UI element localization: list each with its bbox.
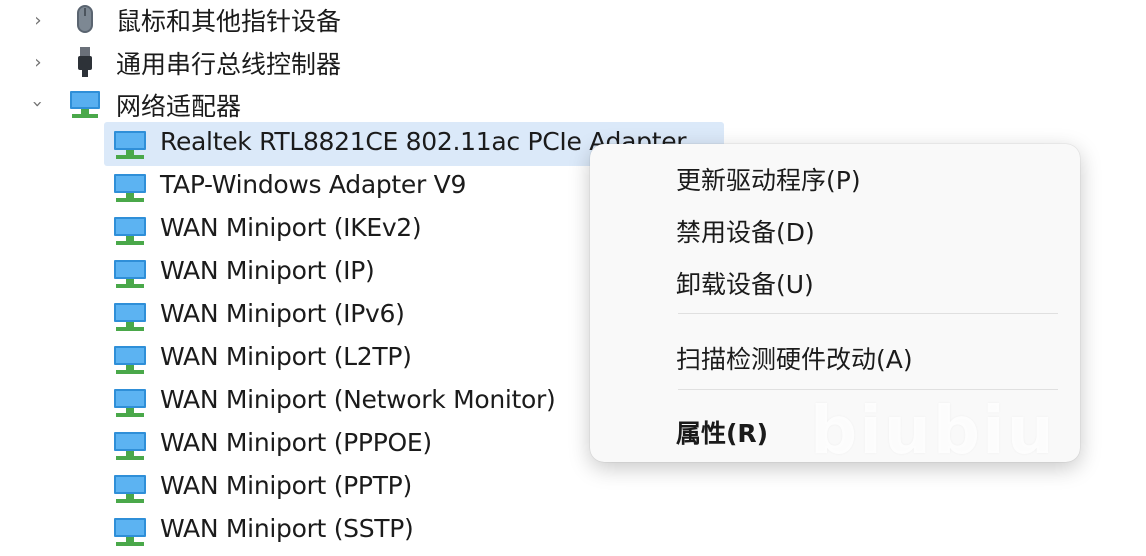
device-row[interactable]: Realtek RTL8821CE 802.11ac PCIe Adapter bbox=[0, 124, 687, 164]
device-label: WAN Miniport (Network Monitor) bbox=[160, 385, 556, 414]
network-adapter-icon bbox=[114, 432, 146, 460]
device-label: WAN Miniport (PPPOE) bbox=[160, 428, 432, 457]
menu-separator bbox=[678, 389, 1058, 390]
menu-item-update-driver[interactable]: 更新驱动程序(P) bbox=[676, 161, 861, 197]
category-label: 通用串行总线控制器 bbox=[116, 50, 342, 79]
device-label: WAN Miniport (IKEv2) bbox=[160, 213, 422, 242]
network-adapter-icon bbox=[114, 346, 146, 374]
device-row[interactable]: WAN Miniport (IP) bbox=[0, 253, 620, 293]
chevron-right-icon[interactable]: › bbox=[28, 10, 48, 31]
menu-item-properties[interactable]: 属性(R) bbox=[676, 414, 768, 450]
category-label: 网络适配器 bbox=[116, 92, 242, 121]
device-label: WAN Miniport (IP) bbox=[160, 256, 375, 285]
device-row[interactable]: WAN Miniport (IPv6) bbox=[0, 296, 620, 336]
network-adapter-icon bbox=[114, 303, 146, 331]
device-label: WAN Miniport (SSTP) bbox=[160, 514, 414, 543]
network-adapter-icon bbox=[114, 389, 146, 417]
chevron-right-icon[interactable]: › bbox=[28, 52, 48, 73]
network-adapter-icon bbox=[114, 174, 146, 202]
menu-item-uninstall-device[interactable]: 卸载设备(U) bbox=[676, 265, 814, 301]
device-label: WAN Miniport (L2TP) bbox=[160, 342, 412, 371]
tree-category-mouse[interactable]: › 鼠标和其他指针设备 bbox=[0, 0, 500, 40]
menu-item-disable-device[interactable]: 禁用设备(D) bbox=[676, 213, 815, 249]
watermark-text: biubiu bbox=[810, 392, 1056, 462]
network-adapter-icon bbox=[114, 260, 146, 288]
menu-item-scan-hardware[interactable]: 扫描检测硬件改动(A) bbox=[676, 340, 913, 376]
network-adapter-icon bbox=[114, 475, 146, 503]
device-label: WAN Miniport (IPv6) bbox=[160, 299, 405, 328]
device-row[interactable]: WAN Miniport (L2TP) bbox=[0, 339, 620, 379]
chevron-down-icon[interactable]: › bbox=[28, 94, 49, 114]
tree-category-network-adapters[interactable]: › 网络适配器 bbox=[0, 84, 500, 124]
context-menu: 更新驱动程序(P) 禁用设备(D) 卸载设备(U) 扫描检测硬件改动(A) 属性… bbox=[590, 144, 1080, 462]
device-manager-window: › 鼠标和其他指针设备 › 通用串行总线控制器 › 网络适配器 Realtek … bbox=[0, 0, 1146, 556]
device-row[interactable]: WAN Miniport (PPPOE) bbox=[0, 425, 620, 465]
device-row[interactable]: TAP-Windows Adapter V9 bbox=[0, 167, 620, 207]
menu-separator bbox=[678, 313, 1058, 314]
mouse-icon bbox=[77, 5, 93, 33]
network-adapter-icon bbox=[114, 217, 146, 245]
tree-category-usb[interactable]: › 通用串行总线控制器 bbox=[0, 42, 500, 82]
device-row[interactable]: WAN Miniport (SSTP) bbox=[0, 511, 620, 551]
network-adapter-icon bbox=[114, 518, 146, 546]
device-row[interactable]: WAN Miniport (PPTP) bbox=[0, 468, 620, 508]
network-adapter-icon bbox=[70, 91, 100, 118]
usb-icon bbox=[78, 47, 92, 77]
device-row[interactable]: WAN Miniport (Network Monitor) bbox=[0, 382, 620, 422]
device-row[interactable]: WAN Miniport (IKEv2) bbox=[0, 210, 620, 250]
device-label: TAP-Windows Adapter V9 bbox=[160, 170, 467, 199]
network-adapter-icon bbox=[114, 131, 146, 159]
device-label: WAN Miniport (PPTP) bbox=[160, 471, 412, 500]
category-label: 鼠标和其他指针设备 bbox=[116, 7, 342, 36]
